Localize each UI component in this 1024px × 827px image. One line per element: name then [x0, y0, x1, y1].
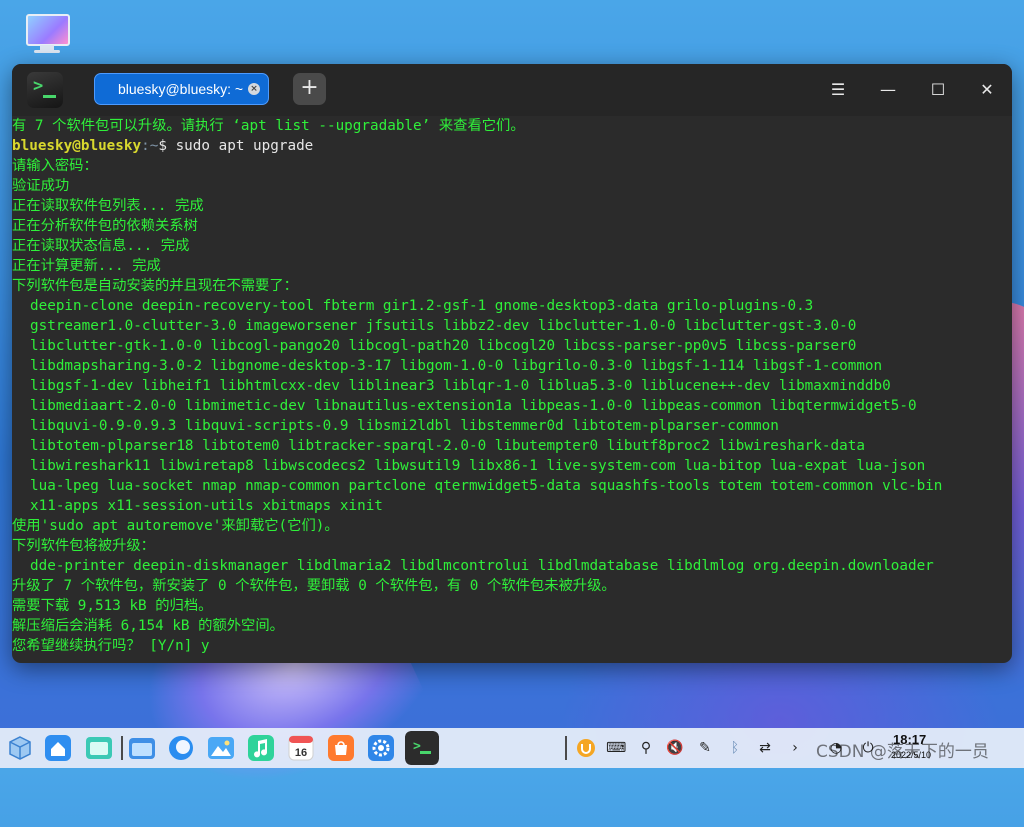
package-line: deepin-clone deepin-recovery-tool fbterm…	[30, 298, 814, 314]
launcher-icon[interactable]	[44, 734, 72, 762]
close-button[interactable]: ✕	[975, 78, 999, 102]
package-line: gstreamer1.0-clutter-3.0 imageworsener j…	[30, 318, 857, 334]
minimize-button[interactable]: —	[876, 78, 900, 102]
output-line: 正在计算更新... 完成	[12, 258, 161, 274]
app-store-icon[interactable]	[327, 734, 355, 762]
output-line: 有 7 个软件包可以升级。请执行 ‘apt list --upgradable’…	[12, 118, 525, 134]
prompt-path: :~	[141, 138, 159, 154]
tab-terminal[interactable]: bluesky@bluesky: ~ ×	[94, 73, 269, 105]
package-line: lua-lpeg lua-socket nmap nmap-common par…	[30, 478, 943, 494]
calendar-day: 16	[295, 747, 307, 759]
pen-icon[interactable]: ✎	[695, 738, 715, 758]
prompt-user: bluesky@bluesky	[12, 138, 142, 154]
package-line: libtotem-plparser18 libtotem0 libtracker…	[30, 438, 865, 454]
browser-icon[interactable]	[167, 734, 195, 762]
terminal-icon[interactable]: >	[405, 731, 439, 765]
bluetooth-icon[interactable]: ᛒ	[725, 738, 745, 758]
package-line: dde-printer deepin-diskmanager libdlmari…	[30, 558, 934, 574]
prompt-line: bluesky@bluesky:~$ sudo apt upgrade	[12, 136, 313, 156]
output-line: 验证成功	[12, 178, 70, 194]
package-line: libwireshark11 libwiretap8 libwscodecs2 …	[30, 458, 926, 474]
package-line: libdmapsharing-3.0-2 libgnome-desktop-3-…	[30, 358, 883, 374]
title-bar[interactable]: > bluesky@bluesky: ~ × + ☰ — ☐ ✕	[12, 64, 1012, 116]
package-line: libmediaart-2.0-0 libmimetic-dev libnaut…	[30, 398, 917, 414]
maximize-button[interactable]: ☐	[926, 78, 950, 102]
taskbar-separator	[121, 736, 123, 760]
output-line: 下列软件包将被升级：	[12, 538, 155, 554]
new-tab-button[interactable]: +	[293, 73, 326, 105]
output-line: 您希望继续执行吗？ [Y/n] y	[12, 638, 210, 654]
taskbar-separator	[565, 736, 567, 760]
menu-icon[interactable]: ☰	[826, 78, 850, 102]
terminal-output[interactable]: 有 7 个软件包可以升级。请执行 ‘apt list --upgradable’…	[12, 116, 1012, 663]
package-line: libquvi-0.9-0.9.3 libquvi-scripts-0.9 li…	[30, 418, 779, 434]
output-line: 使用'sudo apt autoremove'来卸载它(它们)。	[12, 518, 339, 534]
keyboard-icon[interactable]: ⌨	[606, 738, 626, 758]
package-line: x11-apps x11-session-utils xbitmaps xini…	[30, 498, 383, 514]
output-line: 下列软件包是自动安装的并且现在不需要了：	[12, 278, 298, 294]
output-line: 需要下载 9,513 kB 的归档。	[12, 598, 213, 614]
chevron-right-icon[interactable]: ›	[785, 738, 805, 758]
package-line: libclutter-gtk-1.0-0 libcogl-pango20 lib…	[30, 338, 857, 354]
close-icon[interactable]: ×	[248, 83, 260, 95]
output-line: 正在读取软件包列表... 完成	[12, 198, 204, 214]
volume-muted-icon[interactable]: 🔇	[665, 738, 685, 758]
tab-title: bluesky@bluesky: ~	[118, 81, 244, 97]
computer-icon[interactable]	[24, 14, 70, 54]
output-line: 正在读取状态信息... 完成	[12, 238, 190, 254]
svg-text:>: >	[413, 739, 421, 754]
output-line: 解压缩后会消耗 6,154 kB 的额外空间。	[12, 618, 284, 634]
settings-icon[interactable]	[367, 734, 395, 762]
desktop-icon[interactable]	[85, 734, 113, 762]
music-icon[interactable]	[247, 734, 275, 762]
deepin-terminal-icon: >	[27, 72, 63, 108]
output-line: 请输入密码：	[12, 158, 98, 174]
calendar-icon[interactable]: 16	[287, 734, 315, 762]
prompt-symbol: $	[158, 138, 176, 154]
update-icon[interactable]	[576, 738, 596, 758]
image-viewer-icon[interactable]	[207, 734, 235, 762]
usb-icon[interactable]: ⚲	[636, 738, 656, 758]
file-manager-icon[interactable]	[128, 734, 156, 762]
output-line: 升级了 7 个软件包，新安装了 0 个软件包，要卸载 0 个软件包，有 0 个软…	[12, 578, 616, 594]
terminal-window: > bluesky@bluesky: ~ × + ☰ — ☐ ✕ 有 7 个软件…	[12, 64, 1012, 663]
network-transfer-icon[interactable]: ⇄	[755, 738, 775, 758]
watermark: CSDN @落天下的一员	[816, 742, 989, 762]
output-line: 正在分析软件包的依赖关系树	[12, 218, 198, 234]
prompt-command: sudo apt upgrade	[175, 138, 314, 154]
multitasking-icon[interactable]	[6, 734, 34, 762]
package-line: libgsf-1-dev libheif1 libhtmlcxx-dev lib…	[30, 378, 891, 394]
